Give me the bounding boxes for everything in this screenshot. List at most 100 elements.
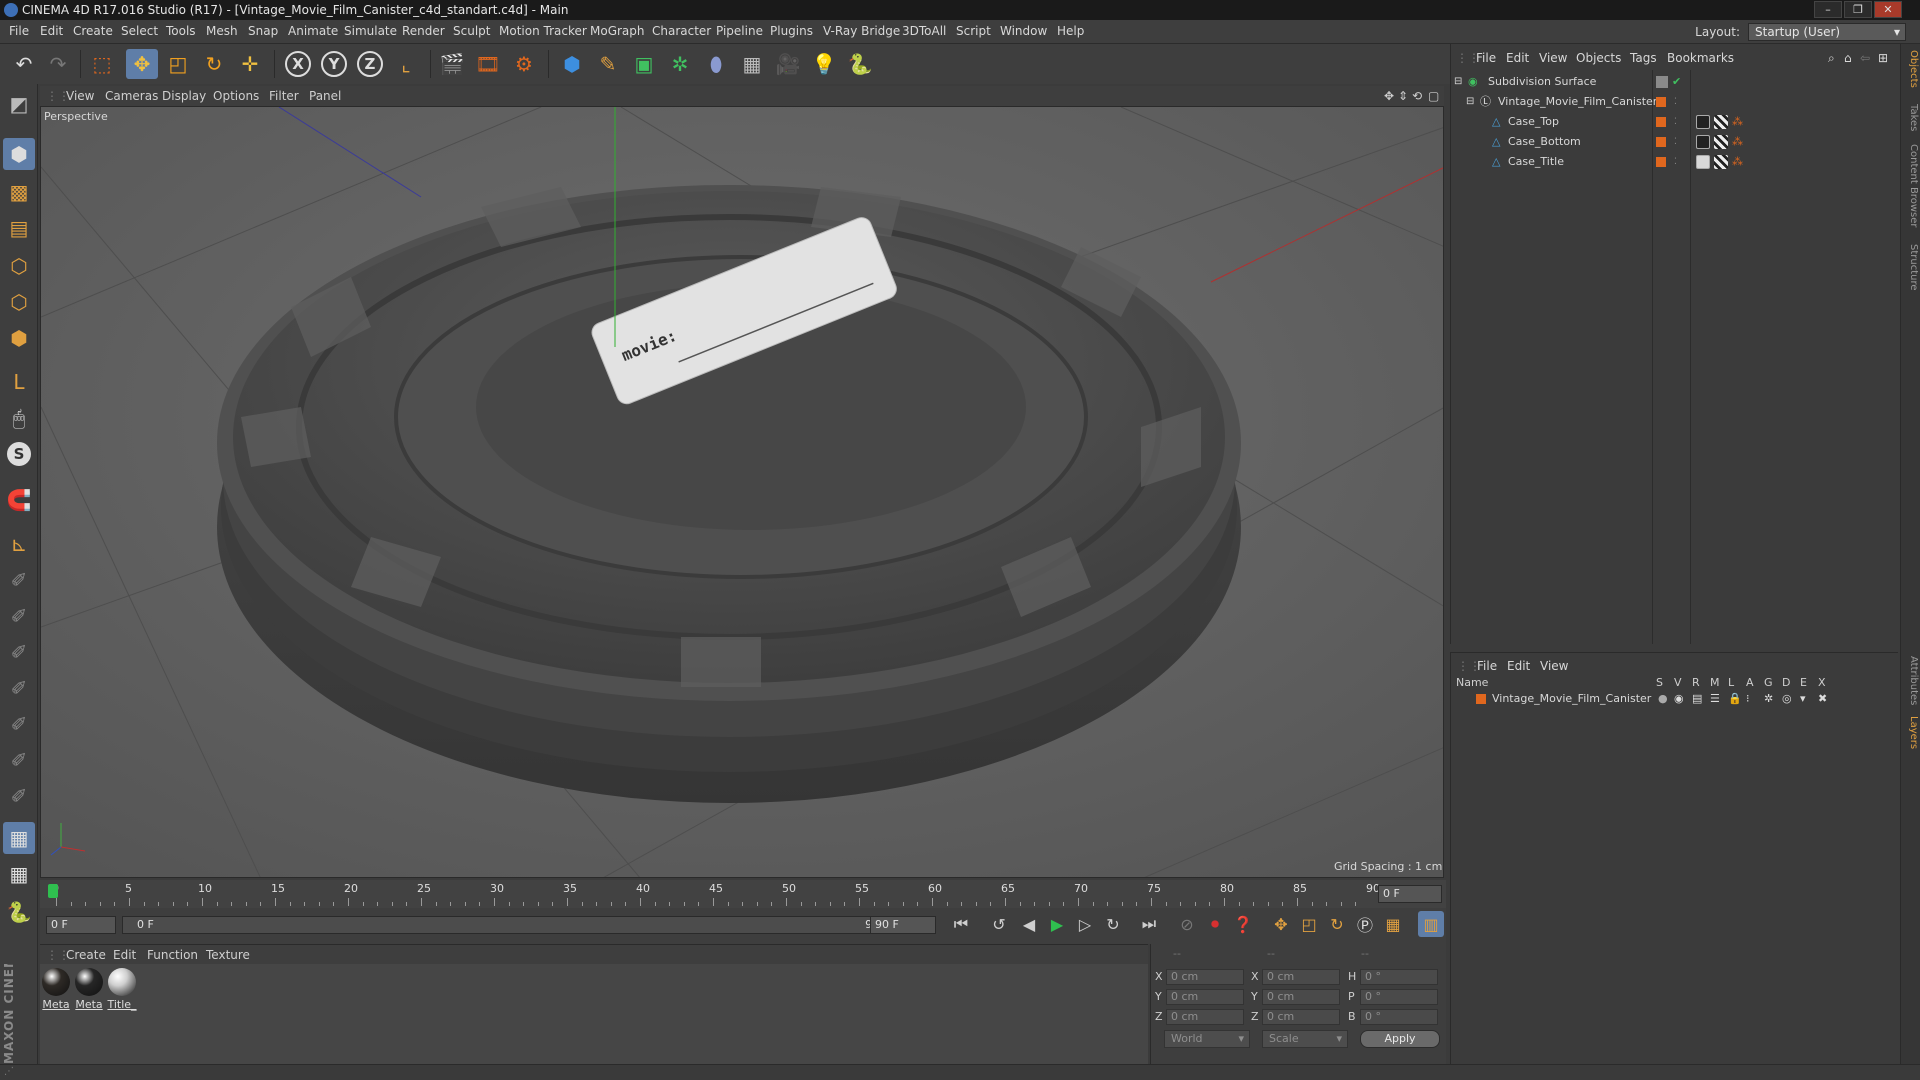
layer-view-eye-icon[interactable]: ◉	[1674, 690, 1684, 708]
object-row-case-bottom[interactable]: △ Case_Bottom ⁚ ⁂	[1452, 133, 1892, 151]
sculpt-tool-2-button[interactable]: ✐	[3, 600, 35, 632]
layer-column-deformers[interactable]: D	[1782, 676, 1790, 689]
visibility-dots-icon[interactable]: ⁚	[1674, 133, 1677, 151]
menu-pipeline[interactable]: Pipeline	[716, 24, 763, 38]
layer-render-icon[interactable]: ▤	[1692, 690, 1702, 708]
rotation-h-field[interactable]: 0 °	[1360, 969, 1438, 985]
add-environment-button[interactable]: ▦	[736, 49, 768, 79]
go-to-end-button[interactable]: ⏭	[1136, 911, 1162, 937]
menu-mesh[interactable]: Mesh	[206, 24, 238, 38]
menu-select[interactable]: Select	[121, 24, 158, 38]
material-swatch[interactable]: Meta	[74, 968, 104, 1011]
auto-key-button[interactable]: ❓	[1230, 911, 1256, 937]
position-y-field[interactable]: 0 cm	[1166, 989, 1244, 1005]
object-row-case-title[interactable]: △ Case_Title ⁚ ⁂	[1452, 153, 1892, 171]
redo-button[interactable]: ↷	[42, 49, 74, 79]
visibility-dots-icon[interactable]: ⁚	[1674, 153, 1677, 171]
menu-help[interactable]: Help	[1057, 24, 1084, 38]
rotation-b-field[interactable]: 0 °	[1360, 1009, 1438, 1025]
rotate-tool-button[interactable]: ↻	[198, 49, 230, 79]
snap-button[interactable]: S	[3, 438, 35, 470]
position-z-field[interactable]: 0 cm	[1166, 1009, 1244, 1025]
render-view-button[interactable]: 🎬	[436, 49, 468, 79]
previous-key-button[interactable]: ↺	[986, 911, 1012, 937]
menu-create[interactable]: Create	[73, 24, 113, 38]
axis-mode-button[interactable]: L	[3, 366, 35, 398]
python-button[interactable]: 🐍	[844, 49, 876, 79]
layer-solo-icon[interactable]: ●	[1658, 690, 1668, 708]
sculpt-tool-3-button[interactable]: ✐	[3, 636, 35, 668]
record-keys-button[interactable]: ⏺	[1202, 911, 1228, 937]
layer-deformer-icon[interactable]: ◎	[1782, 690, 1792, 708]
x-axis-button[interactable]: X	[282, 49, 314, 79]
viewport-menu-view[interactable]: View	[66, 89, 94, 103]
sculpt-tool-7-button[interactable]: ✐	[3, 780, 35, 812]
layer-column-animation[interactable]: A	[1746, 676, 1754, 689]
viewport-menu-options[interactable]: Options	[213, 89, 259, 103]
apply-button[interactable]: Apply	[1360, 1030, 1440, 1048]
object-back-icon[interactable]: ⇦	[1860, 51, 1870, 65]
phong-tag-icon[interactable]: ⁂	[1732, 153, 1743, 171]
uvw-tag-icon[interactable]	[1714, 155, 1728, 169]
layer-expression-icon[interactable]: ▾	[1800, 690, 1806, 708]
object-row-subdivision-surface[interactable]: ⊟ ◉ Subdivision Surface ✔	[1452, 73, 1892, 91]
current-frame-field[interactable]: 0 F	[1378, 885, 1442, 903]
viewport-zoom-icon[interactable]: ⇕	[1398, 89, 1408, 103]
add-generator-button[interactable]: ▣	[628, 49, 660, 79]
move-tool-button[interactable]: ✥	[126, 49, 158, 79]
sculpt-tool-1-button[interactable]: ✐	[3, 564, 35, 596]
phong-tag-icon[interactable]: ⁂	[1732, 133, 1743, 151]
object-menu-file[interactable]: File	[1476, 51, 1496, 65]
material-swatch[interactable]: Meta	[41, 968, 71, 1011]
menu-plugins[interactable]: Plugins	[770, 24, 813, 38]
sculpt-tool-4-button[interactable]: ✐	[3, 672, 35, 704]
next-key-button[interactable]: ↻	[1100, 911, 1126, 937]
recent-tools-button[interactable]: ✛	[234, 49, 266, 79]
coordinate-mode-dropdown[interactable]: World ▾	[1164, 1030, 1250, 1048]
viewport-maximize-icon[interactable]: ▢	[1428, 89, 1439, 103]
menu-simulate[interactable]: Simulate	[344, 24, 397, 38]
phong-tag-icon[interactable]: ⁂	[1732, 113, 1743, 131]
viewport-menu-display[interactable]: Display	[162, 89, 206, 103]
object-menu-tags[interactable]: Tags	[1630, 51, 1657, 65]
material-menu-texture[interactable]: Texture	[206, 948, 250, 962]
menu-motion-tracker[interactable]: Motion Tracker	[499, 24, 587, 38]
add-cube-button[interactable]: ⬢	[556, 49, 588, 79]
previous-frame-button[interactable]: ◀	[1016, 911, 1042, 937]
layer-column-view[interactable]: V	[1674, 676, 1682, 689]
viewport-menu-cameras[interactable]: Cameras	[105, 89, 158, 103]
timeline-window-button[interactable]: ▥	[1418, 911, 1444, 937]
sculpt-tool-5-button[interactable]: ✐	[3, 708, 35, 740]
menu-vray-bridge[interactable]: V-Ray Bridge	[823, 24, 900, 38]
edges-mode-button[interactable]: ⬡	[3, 286, 35, 318]
material-tag-icon[interactable]	[1696, 155, 1710, 169]
object-menu-objects[interactable]: Objects	[1576, 51, 1621, 65]
object-row-vintage-movie-film-canister[interactable]: ⊟ Ⓛ Vintage_Movie_Film_Canister ⁚	[1452, 93, 1892, 111]
object-menu-bookmarks[interactable]: Bookmarks	[1667, 51, 1734, 65]
tab-attributes[interactable]: Attributes	[1903, 656, 1919, 705]
add-light-button[interactable]: 💡	[808, 49, 840, 79]
size-mode-dropdown[interactable]: Scale ▾	[1262, 1030, 1348, 1048]
layer-generator-icon[interactable]: ✲	[1764, 690, 1773, 708]
menu-animate[interactable]: Animate	[288, 24, 338, 38]
coordinate-system-button[interactable]: ⌞	[390, 49, 422, 79]
uvw-tag-icon[interactable]	[1714, 115, 1728, 129]
render-settings-button[interactable]: ⚙	[508, 49, 540, 79]
layer-column-generators[interactable]: G	[1764, 676, 1773, 689]
material-tag-icon[interactable]	[1696, 115, 1710, 129]
start-frame-field[interactable]: 0 F	[46, 916, 116, 934]
viewport-menu-filter[interactable]: Filter	[269, 89, 299, 103]
size-x-field[interactable]: 0 cm	[1262, 969, 1340, 985]
polygons-mode-button[interactable]: ⬢	[3, 322, 35, 354]
layer-xref-icon[interactable]: ✖	[1818, 690, 1827, 708]
position-x-field[interactable]: 0 cm	[1166, 969, 1244, 985]
menu-mograph[interactable]: MoGraph	[590, 24, 645, 38]
minimize-button[interactable]: –	[1814, 1, 1842, 18]
material-tag-icon[interactable]	[1696, 135, 1710, 149]
menu-character[interactable]: Character	[652, 24, 711, 38]
make-editable-button[interactable]: ◩	[3, 88, 35, 120]
layer-menu-view[interactable]: View	[1540, 659, 1568, 673]
tab-takes[interactable]: Takes	[1903, 104, 1919, 131]
points-mode-button[interactable]: ⬡	[3, 250, 35, 282]
object-row-case-top[interactable]: △ Case_Top ⁚ ⁂	[1452, 113, 1892, 131]
